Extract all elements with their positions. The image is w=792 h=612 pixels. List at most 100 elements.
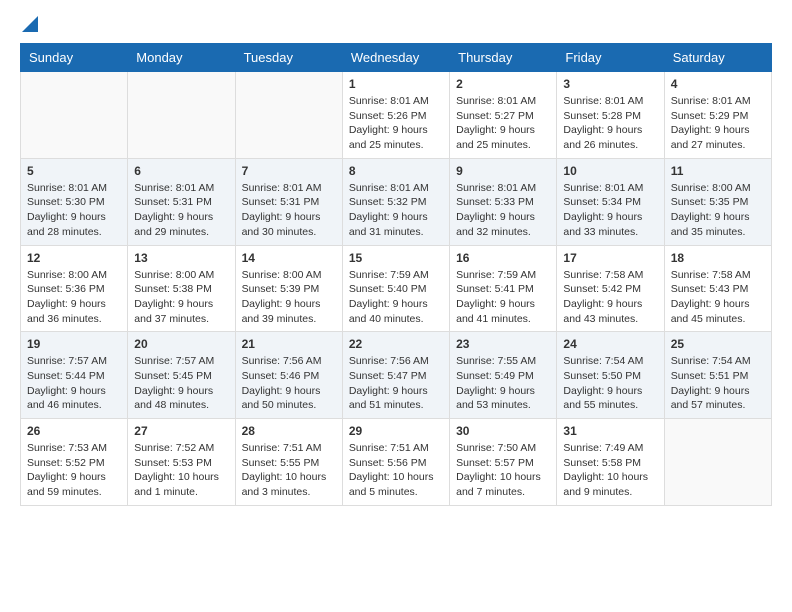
day-number: 17 bbox=[563, 251, 657, 265]
day-info: Sunrise: 8:01 AM Sunset: 5:34 PM Dayligh… bbox=[563, 181, 657, 240]
day-number: 14 bbox=[242, 251, 336, 265]
calendar-cell: 4 Sunrise: 8:01 AM Sunset: 5:29 PM Daylig… bbox=[664, 72, 771, 159]
day-info: Sunrise: 7:58 AM Sunset: 5:42 PM Dayligh… bbox=[563, 268, 657, 327]
day-number: 7 bbox=[242, 164, 336, 178]
day-number: 5 bbox=[27, 164, 121, 178]
day-header-thursday: Thursday bbox=[450, 44, 557, 72]
day-info: Sunrise: 7:53 AM Sunset: 5:52 PM Dayligh… bbox=[27, 441, 121, 500]
day-info: Sunrise: 8:00 AM Sunset: 5:35 PM Dayligh… bbox=[671, 181, 765, 240]
day-number: 10 bbox=[563, 164, 657, 178]
calendar-cell: 10 Sunrise: 8:01 AM Sunset: 5:34 PM Dayli… bbox=[557, 158, 664, 245]
day-info: Sunrise: 7:51 AM Sunset: 5:56 PM Dayligh… bbox=[349, 441, 443, 500]
calendar-cell: 14Sunrise: 8:00 AM Sunset: 5:39 PM Dayli… bbox=[235, 245, 342, 332]
calendar-cell: 30Sunrise: 7:50 AM Sunset: 5:57 PM Dayli… bbox=[450, 419, 557, 506]
day-info: Sunrise: 7:49 AM Sunset: 5:58 PM Dayligh… bbox=[563, 441, 657, 500]
day-header-monday: Monday bbox=[128, 44, 235, 72]
day-number: 23 bbox=[456, 337, 550, 351]
day-number: 15 bbox=[349, 251, 443, 265]
day-info: Sunrise: 7:56 AM Sunset: 5:47 PM Dayligh… bbox=[349, 354, 443, 413]
day-number: 1 bbox=[349, 77, 443, 91]
day-number: 19 bbox=[27, 337, 121, 351]
day-header-tuesday: Tuesday bbox=[235, 44, 342, 72]
logo-triangle-icon bbox=[22, 16, 38, 37]
day-info: Sunrise: 8:01 AM Sunset: 5:30 PM Dayligh… bbox=[27, 181, 121, 240]
calendar-cell: 26 Sunrise: 7:53 AM Sunset: 5:52 PM Dayli… bbox=[21, 419, 128, 506]
day-info: Sunrise: 8:01 AM Sunset: 5:31 PM Dayligh… bbox=[134, 181, 228, 240]
calendar-cell: 18 Sunrise: 7:58 AM Sunset: 5:43 PM Dayli… bbox=[664, 245, 771, 332]
calendar-cell: 3 Sunrise: 8:01 AM Sunset: 5:28 PM Daylig… bbox=[557, 72, 664, 159]
week-row-2: 5 Sunrise: 8:01 AM Sunset: 5:30 PM Daylig… bbox=[21, 158, 772, 245]
calendar-cell: 1 Sunrise: 8:01 AM Sunset: 5:26 PM Daylig… bbox=[342, 72, 449, 159]
calendar-cell: 9 Sunrise: 8:01 AM Sunset: 5:33 PM Daylig… bbox=[450, 158, 557, 245]
day-number: 4 bbox=[671, 77, 765, 91]
day-header-friday: Friday bbox=[557, 44, 664, 72]
day-number: 9 bbox=[456, 164, 550, 178]
day-header-wednesday: Wednesday bbox=[342, 44, 449, 72]
calendar-cell: 2 Sunrise: 8:01 AM Sunset: 5:27 PM Daylig… bbox=[450, 72, 557, 159]
day-number: 12 bbox=[27, 251, 121, 265]
day-info: Sunrise: 7:55 AM Sunset: 5:49 PM Dayligh… bbox=[456, 354, 550, 413]
day-number: 26 bbox=[27, 424, 121, 438]
day-info: Sunrise: 8:01 AM Sunset: 5:28 PM Dayligh… bbox=[563, 94, 657, 153]
day-info: Sunrise: 7:52 AM Sunset: 5:53 PM Dayligh… bbox=[134, 441, 228, 500]
day-info: Sunrise: 8:01 AM Sunset: 5:29 PM Dayligh… bbox=[671, 94, 765, 153]
day-header-row: SundayMondayTuesdayWednesdayThursdayFrid… bbox=[21, 44, 772, 72]
calendar-cell: 23 Sunrise: 7:55 AM Sunset: 5:49 PM Dayli… bbox=[450, 332, 557, 419]
day-number: 2 bbox=[456, 77, 550, 91]
week-row-4: 19 Sunrise: 7:57 AM Sunset: 5:44 PM Dayli… bbox=[21, 332, 772, 419]
logo bbox=[20, 20, 38, 33]
day-number: 16 bbox=[456, 251, 550, 265]
calendar-cell: 24 Sunrise: 7:54 AM Sunset: 5:50 PM Dayli… bbox=[557, 332, 664, 419]
day-number: 30 bbox=[456, 424, 550, 438]
day-info: Sunrise: 8:01 AM Sunset: 5:31 PM Dayligh… bbox=[242, 181, 336, 240]
day-number: 29 bbox=[349, 424, 443, 438]
day-number: 21 bbox=[242, 337, 336, 351]
day-info: Sunrise: 7:57 AM Sunset: 5:45 PM Dayligh… bbox=[134, 354, 228, 413]
day-info: Sunrise: 7:57 AM Sunset: 5:44 PM Dayligh… bbox=[27, 354, 121, 413]
calendar-cell bbox=[128, 72, 235, 159]
day-info: Sunrise: 7:58 AM Sunset: 5:43 PM Dayligh… bbox=[671, 268, 765, 327]
week-row-5: 26 Sunrise: 7:53 AM Sunset: 5:52 PM Dayli… bbox=[21, 419, 772, 506]
day-number: 31 bbox=[563, 424, 657, 438]
page-header bbox=[20, 20, 772, 33]
day-number: 8 bbox=[349, 164, 443, 178]
calendar-cell: 13Sunrise: 8:00 AM Sunset: 5:38 PM Dayli… bbox=[128, 245, 235, 332]
calendar-cell: 28Sunrise: 7:51 AM Sunset: 5:55 PM Dayli… bbox=[235, 419, 342, 506]
day-number: 25 bbox=[671, 337, 765, 351]
day-header-sunday: Sunday bbox=[21, 44, 128, 72]
day-info: Sunrise: 8:01 AM Sunset: 5:33 PM Dayligh… bbox=[456, 181, 550, 240]
calendar-cell: 29 Sunrise: 7:51 AM Sunset: 5:56 PM Dayli… bbox=[342, 419, 449, 506]
day-info: Sunrise: 7:51 AM Sunset: 5:55 PM Dayligh… bbox=[242, 441, 336, 500]
day-info: Sunrise: 7:54 AM Sunset: 5:50 PM Dayligh… bbox=[563, 354, 657, 413]
calendar-cell bbox=[664, 419, 771, 506]
day-number: 18 bbox=[671, 251, 765, 265]
calendar-cell: 31 Sunrise: 7:49 AM Sunset: 5:58 PM Dayli… bbox=[557, 419, 664, 506]
calendar-cell bbox=[235, 72, 342, 159]
day-info: Sunrise: 7:59 AM Sunset: 5:41 PM Dayligh… bbox=[456, 268, 550, 327]
calendar-cell: 8 Sunrise: 8:01 AM Sunset: 5:32 PM Daylig… bbox=[342, 158, 449, 245]
day-number: 11 bbox=[671, 164, 765, 178]
calendar-cell: 27 Sunrise: 7:52 AM Sunset: 5:53 PM Dayli… bbox=[128, 419, 235, 506]
day-info: Sunrise: 7:59 AM Sunset: 5:40 PM Dayligh… bbox=[349, 268, 443, 327]
day-number: 24 bbox=[563, 337, 657, 351]
day-number: 20 bbox=[134, 337, 228, 351]
calendar-cell: 5 Sunrise: 8:01 AM Sunset: 5:30 PM Daylig… bbox=[21, 158, 128, 245]
day-info: Sunrise: 8:01 AM Sunset: 5:27 PM Dayligh… bbox=[456, 94, 550, 153]
calendar-cell: 16 Sunrise: 7:59 AM Sunset: 5:41 PM Dayli… bbox=[450, 245, 557, 332]
calendar-cell: 12Sunrise: 8:00 AM Sunset: 5:36 PM Dayli… bbox=[21, 245, 128, 332]
calendar-cell: 11 Sunrise: 8:00 AM Sunset: 5:35 PM Dayli… bbox=[664, 158, 771, 245]
day-info: Sunrise: 8:01 AM Sunset: 5:32 PM Dayligh… bbox=[349, 181, 443, 240]
calendar-cell: 17 Sunrise: 7:58 AM Sunset: 5:42 PM Dayli… bbox=[557, 245, 664, 332]
day-number: 3 bbox=[563, 77, 657, 91]
day-info: Sunrise: 7:56 AM Sunset: 5:46 PM Dayligh… bbox=[242, 354, 336, 413]
day-info: Sunrise: 8:01 AM Sunset: 5:26 PM Dayligh… bbox=[349, 94, 443, 153]
day-info: Sunrise: 7:54 AM Sunset: 5:51 PM Dayligh… bbox=[671, 354, 765, 413]
calendar-cell bbox=[21, 72, 128, 159]
calendar-cell: 19 Sunrise: 7:57 AM Sunset: 5:44 PM Dayli… bbox=[21, 332, 128, 419]
calendar-cell: 6 Sunrise: 8:01 AM Sunset: 5:31 PM Daylig… bbox=[128, 158, 235, 245]
day-number: 27 bbox=[134, 424, 228, 438]
calendar-header: SundayMondayTuesdayWednesdayThursdayFrid… bbox=[21, 44, 772, 72]
day-number: 6 bbox=[134, 164, 228, 178]
week-row-3: 12Sunrise: 8:00 AM Sunset: 5:36 PM Dayli… bbox=[21, 245, 772, 332]
calendar-cell: 7 Sunrise: 8:01 AM Sunset: 5:31 PM Daylig… bbox=[235, 158, 342, 245]
